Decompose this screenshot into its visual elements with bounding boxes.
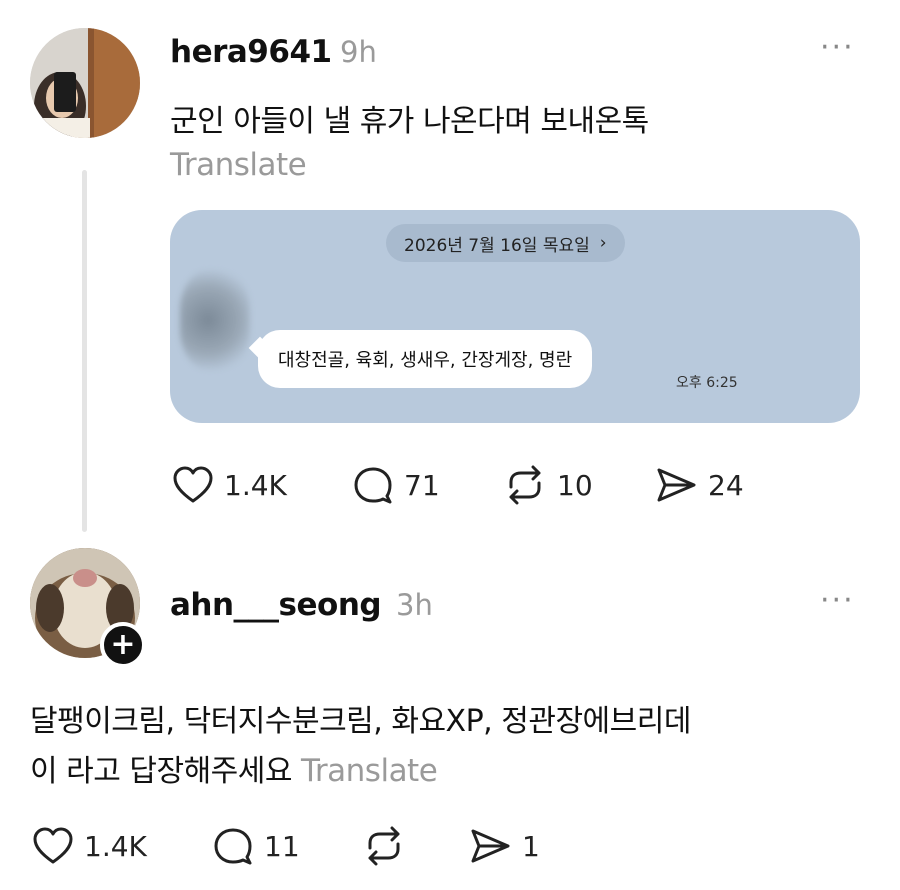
repost-count: 10 — [557, 468, 593, 502]
post-text: 이 라고 답장해주세요 — [30, 754, 292, 789]
chat-bubble: 대창전골, 육회, 생새우, 간장게장, 명란 — [258, 330, 593, 388]
thread-post: hera9641 9h ··· 군인 아들이 낼 휴가 나온다며 보내온톡 Tr… — [0, 0, 900, 540]
username[interactable]: hera9641 — [170, 34, 332, 70]
post-text: 군인 아들이 낼 휴가 나온다며 보내온톡 — [170, 104, 649, 139]
repost-button[interactable]: 10 — [503, 465, 593, 505]
post-actions: 1.4K 71 10 24 — [0, 465, 900, 515]
comment-bubble-icon — [214, 828, 252, 865]
comment-bubble-icon — [354, 467, 392, 504]
translate-link[interactable]: Translate — [301, 753, 438, 789]
post-actions: 1.4K 11 1 — [0, 826, 900, 876]
avatar[interactable] — [30, 28, 140, 138]
share-button[interactable]: 24 — [654, 465, 744, 505]
repost-icon — [509, 465, 541, 505]
share-button[interactable]: 1 — [468, 826, 540, 866]
chat-date-pill: 2026년 7월 16일 목요일 › — [386, 224, 625, 262]
like-button[interactable]: 1.4K — [32, 826, 147, 866]
comment-button[interactable]: 11 — [212, 826, 300, 866]
send-icon — [471, 829, 510, 863]
like-count: 1.4K — [84, 829, 147, 863]
follow-button[interactable]: + — [100, 622, 146, 668]
like-button[interactable]: 1.4K — [172, 465, 287, 505]
like-count: 1.4K — [224, 468, 287, 502]
chat-date: 2026년 7월 16일 목요일 — [404, 235, 590, 256]
attached-image[interactable]: 2026년 7월 16일 목요일 › 대창전골, 육회, 생새우, 간장게장, … — [170, 210, 860, 423]
send-icon — [657, 468, 696, 502]
post-text-line: 이 라고 답장해주세요 Translate — [30, 746, 438, 790]
chevron-right-icon: › — [599, 233, 607, 253]
comment-button[interactable]: 71 — [352, 465, 440, 505]
share-count: 1 — [522, 829, 540, 863]
comment-count: 71 — [404, 468, 440, 502]
post-time: 9h — [340, 35, 377, 69]
more-dots-icon[interactable]: ··· — [820, 30, 855, 65]
username[interactable]: ahn___seong — [170, 587, 382, 623]
translate-link[interactable]: Translate — [170, 147, 307, 183]
repost-icon — [368, 826, 400, 866]
comment-count: 11 — [264, 829, 300, 863]
post-text-line: 달팽이크림, 닥터지수분크림, 화요XP, 정관장에브리데 — [30, 704, 691, 739]
more-dots-icon[interactable]: ··· — [820, 583, 855, 618]
post-time: 3h — [396, 588, 433, 622]
heart-icon — [173, 466, 213, 503]
avatar-photo — [30, 28, 140, 138]
plus-icon: + — [110, 627, 136, 662]
blurred-profile — [180, 270, 250, 370]
share-count: 24 — [708, 468, 744, 502]
chat-time: 오후 6:25 — [676, 375, 738, 391]
repost-button[interactable] — [362, 826, 416, 866]
heart-icon — [33, 827, 73, 864]
